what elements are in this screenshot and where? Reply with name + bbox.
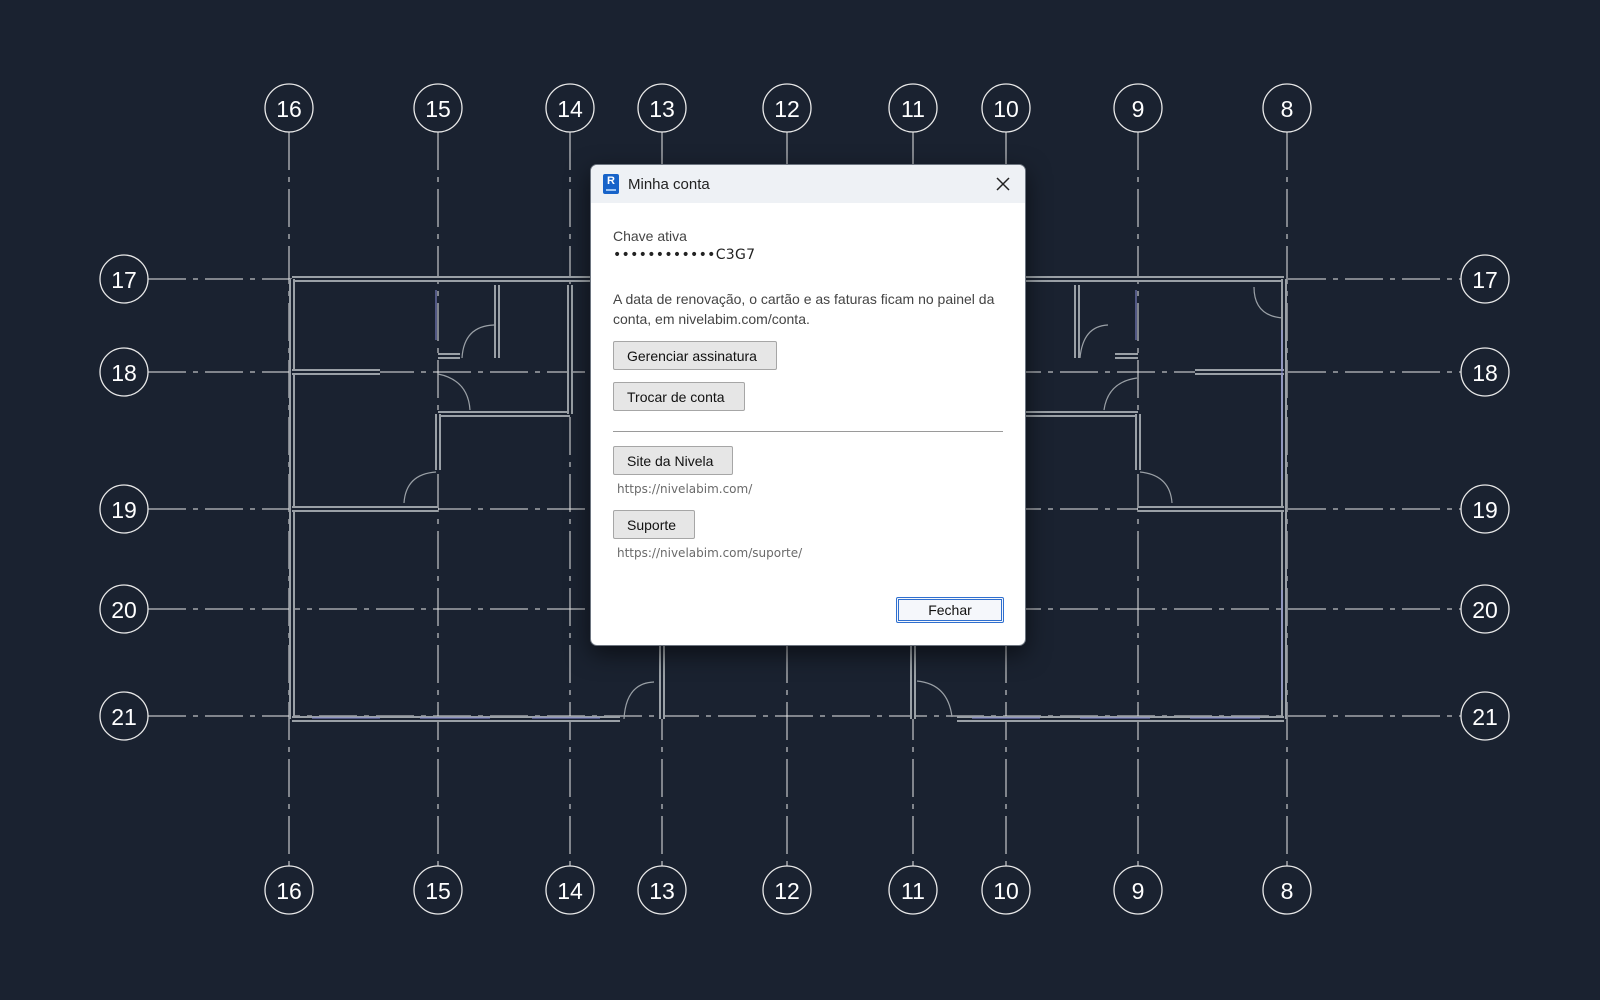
close-icon	[996, 177, 1010, 191]
grid-bubble-left: 19	[99, 484, 149, 534]
divider	[613, 431, 1003, 432]
door-swing	[1139, 471, 1173, 504]
grid-bubble-label: 20	[111, 597, 137, 623]
grid-bubble-bottom: 14	[545, 865, 595, 915]
dialog-titlebar[interactable]: R Minha conta	[591, 165, 1025, 203]
grid-bubble-label: 20	[1472, 597, 1498, 623]
grid-bubble-bottom: 12	[762, 865, 812, 915]
door-swing	[1103, 377, 1138, 411]
grid-bubble-label: 13	[649, 878, 675, 904]
grid-bubble-top: 13	[637, 83, 687, 133]
grid-bubble-right: 19	[1460, 484, 1510, 534]
grid-bubble-right: 18	[1460, 347, 1510, 397]
grid-bubble-top: 10	[981, 83, 1031, 133]
grid-bubble-top: 14	[545, 83, 595, 133]
grid-bubble-label: 16	[276, 878, 302, 904]
grid-bubble-top: 8	[1262, 83, 1312, 133]
grid-bubble-bottom: 13	[637, 865, 687, 915]
grid-bubble-left: 17	[99, 254, 149, 304]
door-swing	[1253, 286, 1284, 319]
grid-bubble-top: 15	[413, 83, 463, 133]
grid-bubble-label: 12	[774, 96, 800, 122]
grid-bubble-bottom: 16	[264, 865, 314, 915]
grid-bubble-label: 18	[111, 360, 137, 386]
active-key-value: ••••••••••••C3G7	[613, 247, 756, 263]
grid-bubble-left: 18	[99, 347, 149, 397]
grid-bubble-label: 10	[993, 96, 1019, 122]
site-url-text: https://nivelabim.com/	[617, 482, 753, 496]
grid-bubble-top: 11	[888, 83, 938, 133]
grid-bubble-label: 19	[111, 497, 137, 523]
grid-bubble-label: 11	[901, 878, 925, 904]
dialog-title: Minha conta	[628, 175, 710, 193]
support-url-text: https://nivelabim.com/suporte/	[617, 546, 803, 560]
grid-bubble-label: 21	[1472, 704, 1498, 730]
grid-bubble-label: 12	[774, 878, 800, 904]
grid-bubble-label: 8	[1281, 878, 1294, 904]
grid-bubble-left: 20	[99, 584, 149, 634]
grid-bubble-label: 15	[425, 878, 451, 904]
grid-bubble-label: 9	[1132, 96, 1145, 122]
manage-subscription-button[interactable]: Gerenciar assinatura	[613, 341, 777, 370]
grid-bubble-label: 14	[557, 96, 583, 122]
grid-bubble-bottom: 15	[413, 865, 463, 915]
close-dialog-button[interactable]: Fechar	[896, 597, 1004, 623]
my-account-dialog: R Minha conta Chave ativa ••••••••••••C3…	[590, 164, 1026, 646]
grid-bubble-top: 9	[1113, 83, 1163, 133]
grid-bubble-label: 17	[111, 267, 137, 293]
grid-bubble-label: 16	[276, 96, 302, 122]
grid-bubble-label: 13	[649, 96, 675, 122]
door-swing	[437, 373, 471, 411]
switch-account-button[interactable]: Trocar de conta	[613, 382, 745, 411]
door-swing	[916, 680, 953, 718]
grid-bubble-label: 11	[901, 96, 925, 122]
grid-bubble-bottom: 8	[1262, 865, 1312, 915]
renewal-info-text: A data de renovação, o cartão e as fatur…	[613, 291, 995, 327]
door-swing	[403, 471, 437, 504]
grid-bubble-label: 21	[111, 704, 137, 730]
grid-bubble-label: 18	[1472, 360, 1498, 386]
grid-bubble-bottom: 9	[1113, 865, 1163, 915]
door-swing	[623, 681, 655, 720]
grid-bubble-label: 17	[1472, 267, 1498, 293]
door-swing	[461, 324, 495, 359]
grid-bubble-label: 10	[993, 878, 1019, 904]
revit-app-icon: R	[603, 174, 619, 194]
grid-bubble-top: 16	[264, 83, 314, 133]
door-swing	[1079, 324, 1109, 359]
grid-bubble-right: 17	[1460, 254, 1510, 304]
grid-bubble-bottom: 11	[888, 865, 938, 915]
close-button[interactable]	[989, 170, 1017, 198]
nivela-site-button[interactable]: Site da Nivela	[613, 446, 733, 475]
grid-bubble-right: 21	[1460, 691, 1510, 741]
grid-bubble-right: 20	[1460, 584, 1510, 634]
grid-bubble-bottom: 10	[981, 865, 1031, 915]
active-key-label: Chave ativa	[613, 228, 687, 244]
grid-bubble-top: 12	[762, 83, 812, 133]
grid-bubble-label: 8	[1281, 96, 1294, 122]
support-button[interactable]: Suporte	[613, 510, 695, 539]
grid-bubble-label: 15	[425, 96, 451, 122]
grid-bubble-label: 14	[557, 878, 583, 904]
grid-bubble-left: 21	[99, 691, 149, 741]
grid-bubble-label: 9	[1132, 878, 1145, 904]
grid-bubble-label: 19	[1472, 497, 1498, 523]
